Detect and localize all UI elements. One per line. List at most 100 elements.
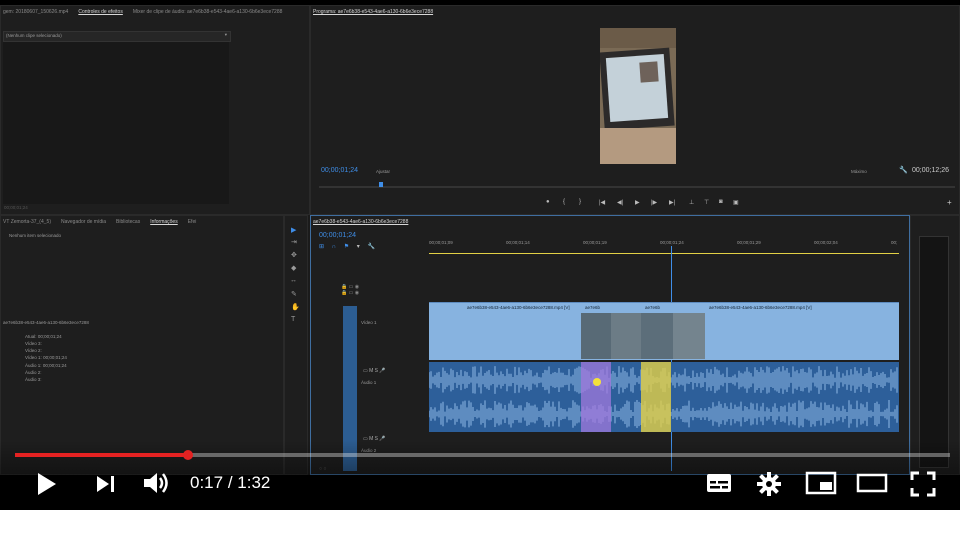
timeline-tabs: ae7e6b38-e543-4ae6-a130-6b6e3ece7288 — [311, 216, 408, 228]
track-label-audio1: Áudio 1 — [361, 380, 377, 385]
timeline-panel: ae7e6b38-e543-4ae6-a130-6b6e3ece7288 00;… — [310, 215, 910, 475]
mark-out-icon[interactable]: } — [579, 199, 581, 205]
video-clip-small-1[interactable]: ae7e6b — [581, 302, 641, 360]
slip-icon[interactable]: ↔ — [290, 277, 297, 284]
info-row: Áudio 1: 00;00;01;24 — [25, 363, 67, 368]
effect-controls-timecode: 00;00;01;24 — [4, 205, 28, 210]
work-area-bar[interactable] — [429, 253, 899, 254]
info-tabs: VT Zemorta-37_(4_5) Navegador de mídia B… — [1, 216, 196, 228]
program-timecode[interactable]: 00;00;01;24 — [321, 167, 358, 174]
selection-tool-icon[interactable]: ▶ — [291, 226, 296, 234]
nest-icon[interactable]: ⊞ — [319, 244, 324, 250]
program-playhead[interactable] — [378, 182, 383, 187]
tab-effects[interactable]: Efei — [188, 219, 197, 225]
video-clip-small-2[interactable]: ae7e6b — [641, 302, 705, 360]
compare-icon[interactable]: ▣ — [733, 199, 739, 206]
fullscreen-button[interactable] — [910, 471, 936, 497]
program-scrubber[interactable] — [319, 182, 955, 188]
gear-icon — [757, 472, 781, 496]
sequence-name: ae7e6b38-e543-4ae6-a130-6b6e3ece7288 — [3, 320, 89, 325]
timeline-title[interactable]: ae7e6b38-e543-4ae6-a130-6b6e3ece7288 — [313, 219, 408, 225]
hand-icon[interactable]: ✋ — [291, 303, 300, 311]
program-video-frame — [600, 28, 676, 164]
tab-project[interactable]: VT Zemorta-37_(4_5) — [3, 219, 51, 225]
go-to-out-icon[interactable]: ▶| — [669, 199, 675, 206]
effect-controls-tabs: gem: 20180607_150626.mp4 Controles de ef… — [1, 6, 282, 18]
snap-icon[interactable]: ∩ — [332, 244, 336, 250]
extract-icon[interactable]: ⊤ — [704, 199, 709, 206]
linked-icon[interactable]: ⚑ — [344, 244, 349, 250]
ruler-label: 00;00;01;24 — [660, 240, 684, 245]
program-tabs: Programa: ae7e6b38-e543-4ae6-a130-6b6e3e… — [311, 6, 433, 18]
theater-mode-button[interactable] — [856, 473, 888, 493]
video-frame[interactable]: gem: 20180607_150626.mp4 Controles de ef… — [0, 0, 960, 510]
camera-icon[interactable]: ◙ — [719, 199, 723, 205]
info-panel: VT Zemorta-37_(4_5) Navegador de mídia B… — [0, 215, 284, 475]
ripple-edit-icon[interactable]: ✥ — [291, 251, 297, 259]
track-select-icon[interactable]: ⇥ — [291, 238, 297, 246]
step-back-icon[interactable]: ◀| — [617, 199, 623, 206]
info-row: Vídeo 1: 00;00;01;24 — [25, 355, 67, 360]
effect-controls-panel: gem: 20180607_150626.mp4 Controles de ef… — [0, 5, 310, 215]
time-ruler[interactable]: 00;00;01;09 00;00;01;14 00;00;01;19 00;0… — [429, 236, 901, 258]
ruler-label: 00;00;01;29 — [737, 240, 761, 245]
tab-media-browser[interactable]: Navegador de mídia — [61, 219, 106, 225]
marker-icon[interactable]: ● — [546, 199, 550, 205]
audio-header-controls[interactable]: ▭ M S 🎤 — [363, 368, 386, 374]
clip-label: ae7e6b — [585, 305, 601, 310]
info-row: Áudio 3: — [25, 377, 42, 382]
marker-add-icon[interactable]: ▾ — [357, 244, 360, 250]
play-icon[interactable]: ▶ — [635, 199, 640, 206]
clip-label: ae7e6b — [645, 305, 661, 310]
progress-knob[interactable] — [182, 450, 193, 460]
fit-dropdown[interactable]: Ajustar — [376, 169, 390, 174]
add-button-icon[interactable]: + — [947, 198, 952, 207]
timeline-timecode[interactable]: 00;00;01;24 — [319, 232, 356, 239]
wrench-icon[interactable]: 🔧 — [899, 166, 908, 174]
razor-icon[interactable]: ◆ — [291, 264, 296, 272]
quality-dropdown[interactable]: Máximo — [851, 169, 867, 174]
tools-panel: ▶ ⇥ ✥ ◆ ↔ ✎ ✋ T — [284, 215, 308, 475]
program-title[interactable]: Programa: ae7e6b38-e543-4ae6-a130-6b6e3e… — [313, 9, 433, 15]
play-button[interactable] — [36, 471, 58, 497]
pen-icon[interactable]: ✎ — [291, 290, 297, 298]
audio-clip-purple[interactable] — [581, 362, 611, 432]
volume-icon — [144, 473, 168, 493]
ruler-label: 00;00;02;04 — [814, 240, 838, 245]
type-icon[interactable]: T — [291, 316, 295, 323]
ruler-label: 00;00;01;09 — [429, 240, 453, 245]
subtitles-button[interactable] — [706, 473, 732, 493]
info-row: Vídeo 3: — [25, 341, 42, 346]
ruler-label: 00; — [891, 240, 898, 245]
miniplayer-button[interactable] — [805, 471, 837, 495]
tab-libraries[interactable]: Bibliotecas — [116, 219, 140, 225]
go-to-in-icon[interactable]: |◀ — [599, 199, 605, 206]
info-row: Áudio 2: — [25, 370, 42, 375]
video-clip-right[interactable]: ae7e6b38-e543-4ae6-a130-6b6e3ece7288.mp4… — [705, 302, 899, 360]
mark-in-icon[interactable]: { — [563, 199, 565, 205]
lift-icon[interactable]: ⊥ — [689, 199, 694, 206]
tab-audio-mixer[interactable]: Mixer de clipe de áudio: ae7e6b38-e543-4… — [133, 9, 283, 15]
video-clip-left[interactable]: ae7e6b38-e543-4ae6-a130-6b6e3ece7288.mp4… — [429, 302, 581, 360]
next-button[interactable] — [95, 474, 117, 494]
audio-clip-yellow[interactable] — [641, 362, 671, 432]
step-forward-icon[interactable]: |▶ — [651, 199, 657, 206]
cursor-highlight — [593, 378, 601, 386]
audio-track-1[interactable] — [429, 362, 899, 432]
timeline-tools: ⊞ ∩ ⚑ ▾ 🔧 — [319, 243, 375, 250]
settings-button[interactable] — [756, 471, 782, 497]
info-row: Vídeo 2: — [25, 348, 42, 353]
volume-button[interactable] — [142, 470, 172, 496]
track-label-video1: Vídeo 1 — [361, 320, 377, 325]
ruler-label: 00;00;01;19 — [583, 240, 607, 245]
ruler-label: 00;00;01;14 — [506, 240, 530, 245]
tab-effect-controls[interactable]: Controles de efeitos — [78, 9, 122, 15]
tab-info[interactable]: Informações — [150, 219, 178, 225]
tab-source[interactable]: gem: 20180607_150626.mp4 — [3, 9, 68, 15]
program-duration: 00;00;12;26 — [912, 167, 949, 174]
total-time: 1:32 — [237, 473, 271, 492]
timeline-wrench-icon[interactable]: 🔧 — [367, 244, 374, 250]
meter-bar — [919, 236, 949, 468]
progress-bar[interactable] — [15, 450, 950, 460]
clip-dropdown[interactable]: (Nenhum clipe selecionado) ▾ — [3, 31, 231, 42]
